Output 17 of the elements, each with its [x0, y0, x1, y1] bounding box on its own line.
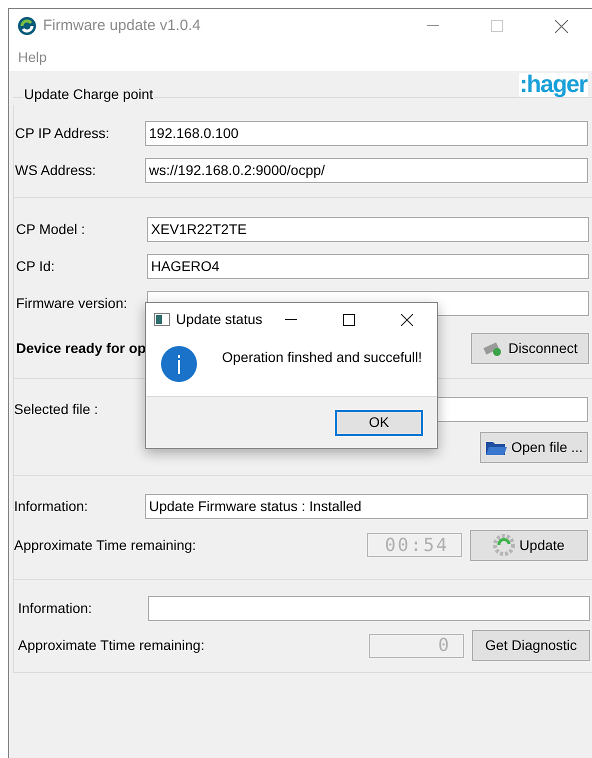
time-display: 00:54: [367, 533, 462, 557]
field-label: Approximate Time remaining:: [14, 536, 198, 555]
field-label: CP Model :: [16, 220, 86, 239]
field-label: Selected file :: [14, 400, 100, 419]
time-display: 0: [369, 634, 464, 658]
dialog-title: Update status: [176, 310, 264, 329]
field-label: Information:: [14, 497, 89, 516]
field-label: Information:: [18, 599, 93, 618]
dialog-message: Operation finshed and succefull!: [222, 348, 422, 367]
field-label: WS Address:: [15, 161, 97, 180]
status-text: Device ready for op: [16, 338, 146, 358]
brand-logo: :hager: [518, 73, 588, 97]
field-label: Approximate Ttime remaining:: [18, 636, 206, 655]
window-title: Firmware update v1.0.4: [43, 16, 202, 36]
field-label: Firmware version:: [16, 294, 128, 313]
field-label: CP Id:: [16, 257, 56, 276]
field-label: CP IP Address:: [15, 124, 110, 143]
